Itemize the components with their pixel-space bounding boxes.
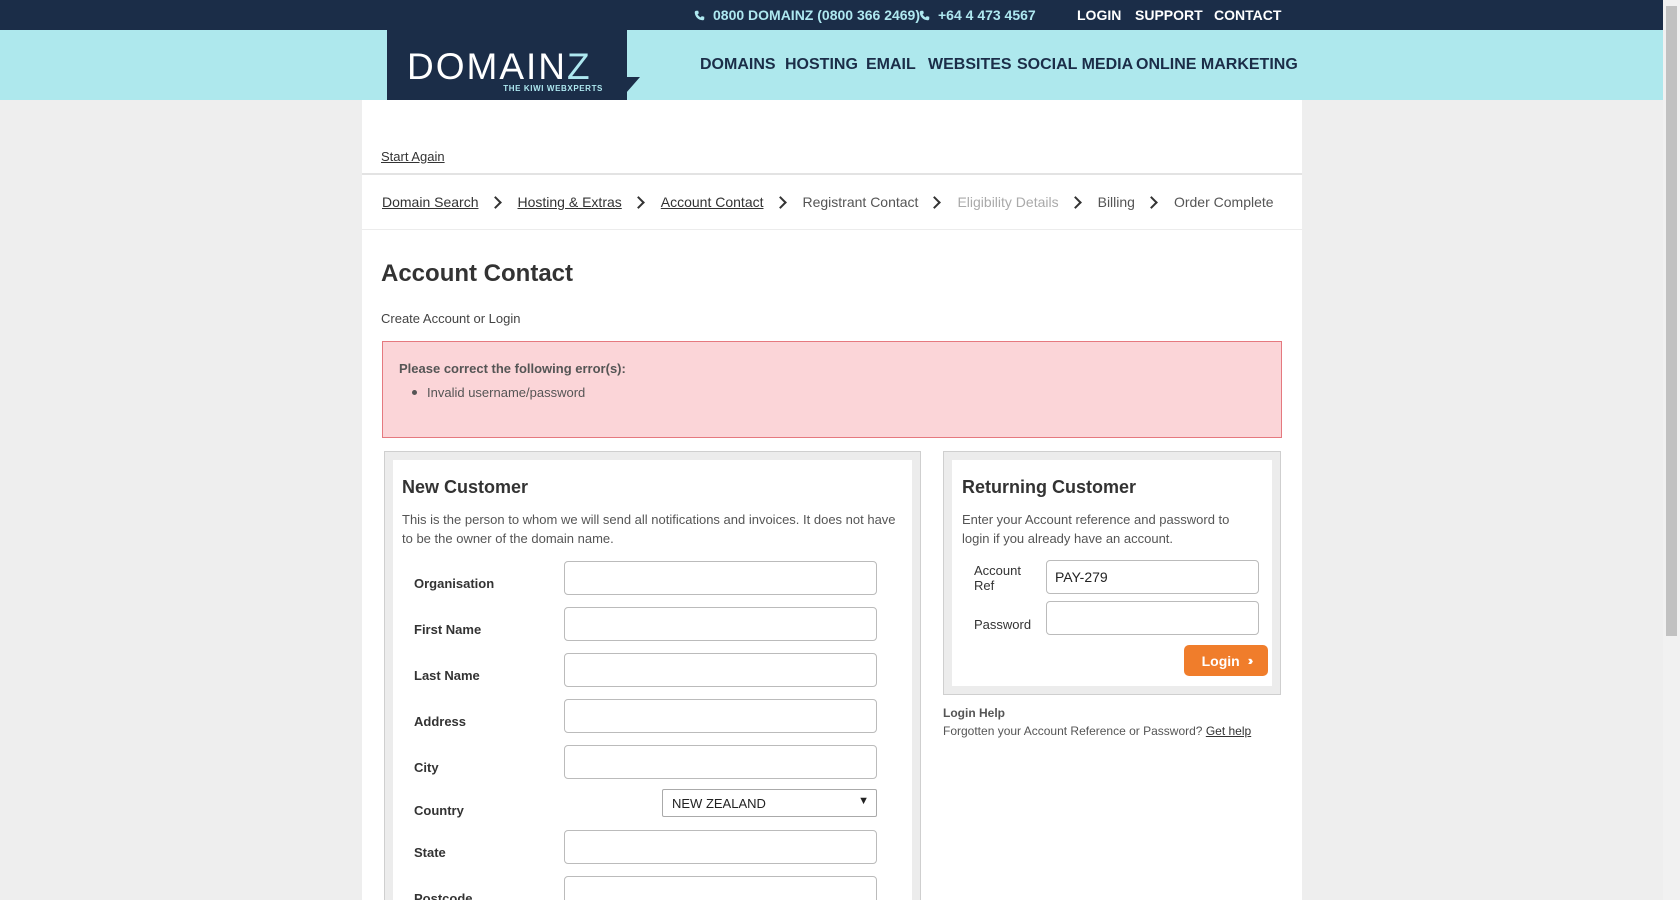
logo-tagline: THE KIWI WEBXPERTS [503,84,603,93]
new-customer-description: This is the person to whom we will send … [402,512,896,546]
phone-icon [694,10,705,20]
organisation-label: Organisation [414,576,495,591]
phone-2-text: +64 4 473 4567 [938,7,1036,23]
caret-down-icon: ▼ [858,795,869,807]
account-ref-input[interactable] [1046,560,1259,594]
returning-customer-heading: Returning Customer [962,477,1137,497]
login-button-label: Login [1201,652,1240,669]
bullet [412,390,417,395]
country-select[interactable]: NEW ZEALAND ▼ [662,789,877,817]
double-chevron-right-icon: ›› [1247,653,1253,668]
nav-email[interactable]: EMAIL [866,56,916,74]
top-login-link[interactable]: LOGIN [1077,7,1121,23]
account-ref-label: Account Ref [974,563,1021,593]
top-utility-bar: 0800 DOMAINZ (0800 366 2469) +64 4 473 4… [0,0,1663,30]
phone-2[interactable]: +64 4 473 4567 [919,7,1036,23]
divider [362,173,1302,175]
crumb-order-complete: Order Complete [1173,194,1274,210]
state-input[interactable] [564,830,877,864]
chevron-right-icon [1068,195,1082,209]
country-label: Country [414,803,464,818]
city-input[interactable] [564,745,877,779]
crumb-eligibility-details: Eligibility Details [957,194,1059,210]
crumb-hosting-extras[interactable]: Hosting & Extras [518,194,622,210]
start-again-link[interactable]: Start Again [381,149,445,164]
error-title: Please correct the following error(s): [399,361,626,376]
returning-customer-description: Enter your Account reference and passwor… [962,512,1230,546]
new-customer-heading: New Customer [402,477,529,497]
main-content: Start Again Domain Search Hosting & Extr… [362,100,1302,900]
chevron-right-icon [928,195,942,209]
nav-websites[interactable]: WEBSITES [928,56,1012,74]
address-label: Address [414,714,467,729]
chevron-right-icon [631,195,645,209]
top-support-link[interactable]: SUPPORT [1135,7,1203,23]
error-item: Invalid username/password [412,385,585,400]
last-name-label: Last Name [414,668,480,683]
address-input[interactable] [564,699,877,733]
chevron-right-icon [773,195,787,209]
logo-tail [626,77,640,93]
password-input[interactable] [1046,601,1259,635]
phone-1-text: 0800 DOMAINZ (0800 366 2469) [713,7,920,23]
divider [362,229,1302,230]
login-help-title: Login Help [943,706,1005,720]
page-scrollbar[interactable] [1663,0,1680,900]
crumb-billing: Billing [1097,194,1135,210]
page-subtitle: Create Account or Login [381,311,521,326]
get-help-link[interactable]: Get help [1206,724,1251,738]
login-button[interactable]: Login ›› [1184,645,1268,676]
returning-customer-card: Returning Customer Enter your Account re… [952,460,1272,686]
phone-icon [919,10,930,20]
crumb-account-contact[interactable]: Account Contact [661,194,764,210]
nav-domains[interactable]: DOMAINS [700,56,776,74]
postcode-label: Postcode [414,891,473,900]
first-name-input[interactable] [564,607,877,641]
city-label: City [414,760,439,775]
crumb-domain-search[interactable]: Domain Search [382,194,479,210]
organisation-input[interactable] [564,561,877,595]
nav-social-media[interactable]: SOCIAL MEDIA [1017,56,1133,74]
logo-wordmark: DOMAINZ [407,46,592,87]
nav-online-marketing[interactable]: ONLINE MARKETING [1136,56,1298,74]
phone-1[interactable]: 0800 DOMAINZ (0800 366 2469) [694,7,920,23]
last-name-input[interactable] [564,653,877,687]
country-select-value: NEW ZEALAND [672,796,766,811]
new-customer-card: New Customer This is the person to whom … [393,460,912,900]
new-customer-panel: New Customer This is the person to whom … [384,451,921,900]
chevron-right-icon [488,195,502,209]
first-name-label: First Name [414,622,482,637]
breadcrumb: Domain Search Hosting & Extras Account C… [382,194,1274,210]
nav-hosting[interactable]: HOSTING [785,56,858,74]
postcode-input[interactable] [564,876,877,900]
crumb-registrant-contact: Registrant Contact [802,194,919,210]
state-label: State [414,845,446,860]
page-title: Account Contact [381,260,573,287]
error-alert: Please correct the following error(s): I… [382,341,1282,438]
returning-customer-panel: Returning Customer Enter your Account re… [943,451,1281,695]
password-label: Password [974,617,1032,632]
scrollbar-thumb[interactable] [1666,6,1677,636]
chevron-right-icon [1145,195,1158,209]
login-help-text: Forgotten your Account Reference or Pass… [943,724,1252,738]
top-contact-link[interactable]: CONTACT [1214,7,1281,23]
